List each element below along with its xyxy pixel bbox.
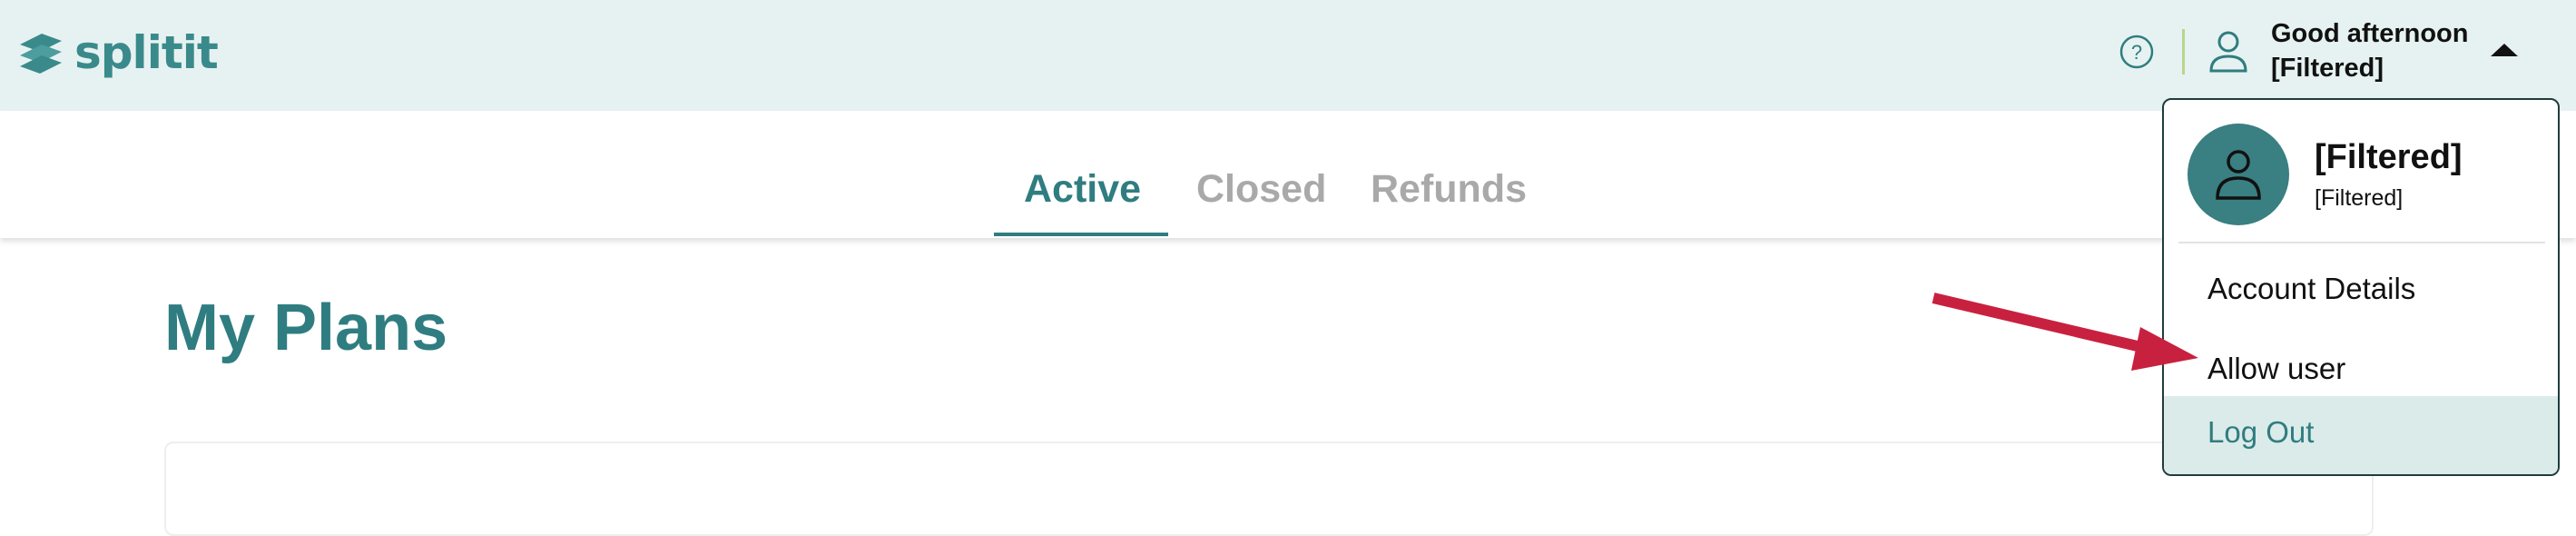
tab-active[interactable]: Active: [1024, 167, 1141, 212]
header-divider: [2182, 29, 2185, 74]
page-title: My Plans: [164, 292, 448, 364]
svg-text:?: ?: [2131, 41, 2142, 64]
avatar: [2188, 124, 2289, 225]
greeting-user-name: [Filtered]: [2271, 54, 2384, 83]
plans-card: [164, 442, 2374, 536]
menu-item-allow-user[interactable]: Allow user: [2164, 340, 2558, 398]
user-dropdown-menu: [Filtered] [Filtered] Account Details Al…: [2162, 98, 2560, 476]
logo-text: splitit: [74, 26, 219, 79]
user-avatar-icon: [2216, 150, 2261, 200]
greeting-text: Good afternoon: [2271, 19, 2469, 48]
tab-refunds[interactable]: Refunds: [1371, 167, 1527, 212]
help-icon[interactable]: ?: [2119, 34, 2155, 70]
dropdown-divider: [2178, 242, 2545, 243]
top-header: splitit ? Good afternoon [Filtered]: [0, 0, 2576, 111]
tab-closed[interactable]: Closed: [1196, 167, 1326, 212]
caret-up-icon[interactable]: [2491, 44, 2518, 56]
dropdown-user-email: [Filtered]: [2315, 185, 2404, 211]
dropdown-user-name: [Filtered]: [2315, 138, 2463, 176]
splitit-logo[interactable]: splitit: [15, 24, 219, 82]
user-greeting[interactable]: Good afternoon [Filtered]: [2271, 16, 2468, 85]
annotation-arrow: [1932, 293, 2198, 371]
user-icon[interactable]: [2207, 29, 2249, 74]
menu-item-log-out[interactable]: Log Out: [2164, 396, 2558, 474]
menu-item-account-details[interactable]: Account Details: [2164, 260, 2558, 318]
active-tab-indicator: [994, 233, 1168, 236]
logo-mark-icon: [20, 34, 62, 74]
